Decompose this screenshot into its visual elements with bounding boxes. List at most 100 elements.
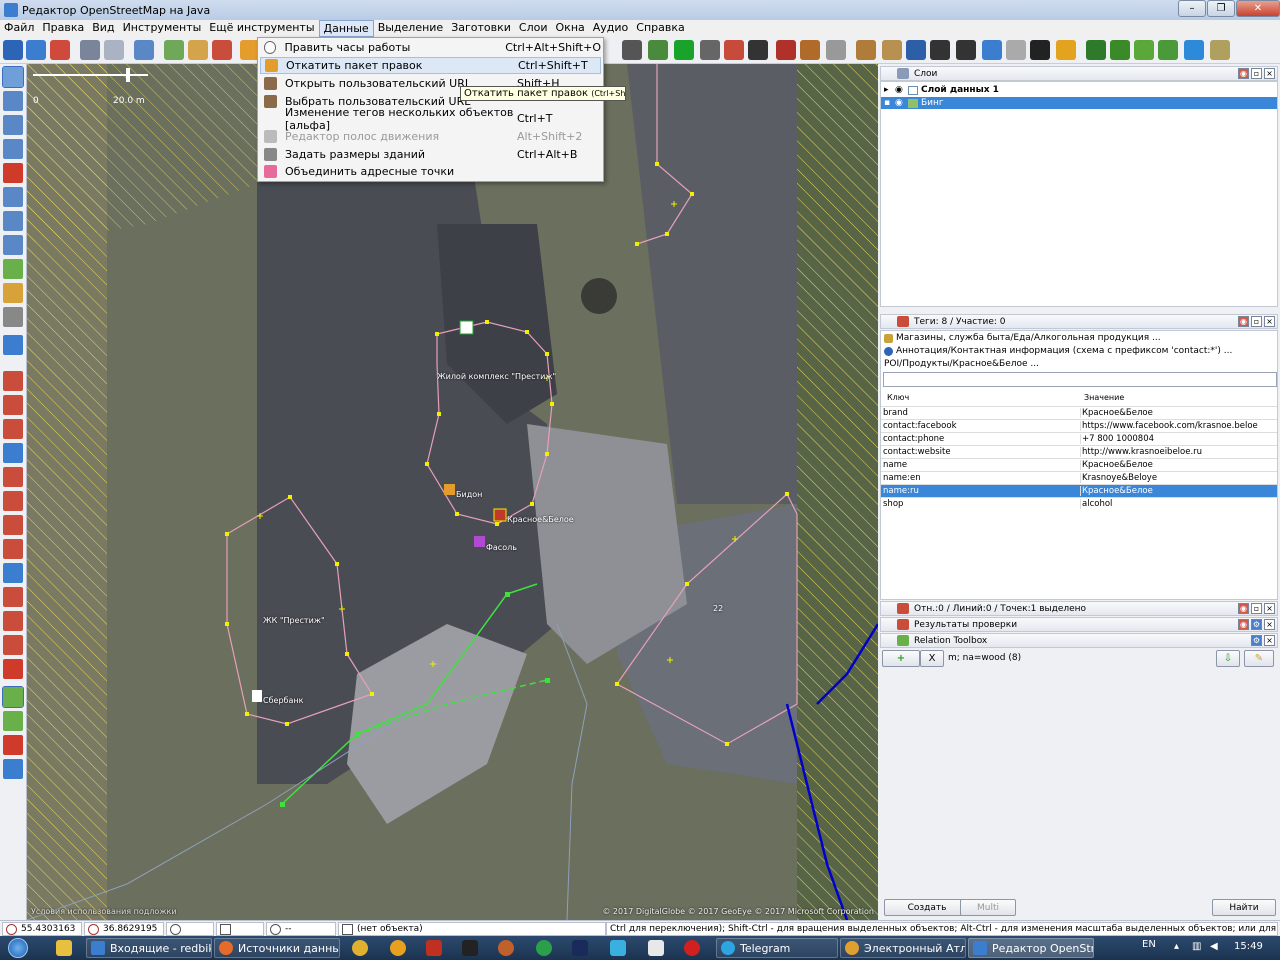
preset-link-contact[interactable]: Аннотация/Контактная информация (схема с…	[884, 346, 1232, 356]
menu-item-multi-tag-edit[interactable]: Изменение тегов нескольких объектов [аль…	[260, 106, 601, 132]
taskbar-telegram[interactable]: Telegram	[716, 938, 838, 958]
draw-nodes-icon[interactable]	[3, 115, 23, 135]
menu-file[interactable]: Файл	[0, 20, 38, 37]
panel-settings-icon[interactable]: ⚙	[1251, 635, 1262, 646]
layer-row-bing[interactable]: ▪ ◉ Бинг	[881, 97, 1277, 109]
visibility-eye-icon[interactable]: ◉	[895, 85, 905, 95]
menu-windows[interactable]: Окна	[552, 20, 589, 37]
dollar-icon[interactable]	[956, 40, 976, 60]
preset-link-alcohol[interactable]: Магазины, служба быта/Еда/Алкогольная пр…	[884, 333, 1161, 343]
word-icon[interactable]	[648, 940, 664, 956]
select-tool-icon[interactable]	[2, 66, 24, 88]
panel-close-icon[interactable]: ×	[1264, 68, 1275, 79]
taskbar-atlas[interactable]: Электронный Атла...	[840, 938, 966, 958]
menu-item-merge-addresses[interactable]: Объединить адресные точки	[260, 163, 601, 180]
bakery-icon[interactable]	[882, 40, 902, 60]
imagery-terms-link[interactable]: Условия использования подложки	[31, 907, 177, 916]
chrome-icon[interactable]	[352, 940, 368, 956]
menu-audio[interactable]: Аудио	[589, 20, 633, 37]
pencil-tool-icon[interactable]	[3, 283, 23, 303]
add-relation-button[interactable]: +	[882, 650, 920, 667]
redo-icon[interactable]	[104, 40, 124, 60]
upload-icon[interactable]	[50, 40, 70, 60]
toggle-authors-icon[interactable]	[3, 611, 23, 631]
edit-relation-icon[interactable]: ✎	[1244, 650, 1274, 667]
tag-row[interactable]: contact:phone +7 800 1000804	[881, 432, 1277, 445]
tag-row[interactable]: contact:facebook https://www.facebook.com…	[881, 419, 1277, 432]
toggle-tools-icon[interactable]	[3, 711, 23, 731]
imagery-icon[interactable]	[188, 40, 208, 60]
parallel-tool-icon[interactable]	[3, 211, 23, 231]
menu-presets[interactable]: Заготовки	[447, 20, 515, 37]
menu-more-tools[interactable]: Ещё инструменты	[205, 20, 318, 37]
preferences-icon[interactable]	[134, 40, 154, 60]
toggle-validator-icon[interactable]	[3, 539, 23, 559]
water-icon[interactable]	[1184, 40, 1204, 60]
toggle-layers-icon[interactable]	[3, 371, 23, 391]
open-file-icon[interactable]	[3, 40, 23, 60]
menu-tools[interactable]: Инструменты	[119, 20, 206, 37]
start-button[interactable]	[0, 936, 36, 960]
visibility-eye-icon[interactable]: ◉	[895, 98, 905, 108]
building-tool-icon[interactable]	[3, 307, 23, 327]
tag-row-selected[interactable]: name:ru Красное&Белое	[881, 484, 1277, 497]
toggle-minimap-icon[interactable]	[3, 635, 23, 655]
panel-detach-icon[interactable]: ▫	[1251, 603, 1262, 614]
layer-row-data[interactable]: ▸ ◉ Слой данных 1	[881, 84, 1277, 96]
tag-row[interactable]: contact:website http://www.krasnoeibeloe.…	[881, 445, 1277, 458]
minimize-button[interactable]: –	[1178, 0, 1206, 17]
zoom-tool-icon[interactable]	[3, 139, 23, 159]
tag-row[interactable]: brand Красное&Белое	[881, 406, 1277, 419]
panel-close-icon[interactable]: ×	[1264, 619, 1275, 630]
balloons-icon[interactable]	[724, 40, 744, 60]
toggle-changesets-icon[interactable]	[3, 563, 23, 583]
map-view[interactable]: 0 20.0 m Жилой комплекс "Престиж" ЖК "Пр…	[27, 64, 878, 920]
selection-panel-header[interactable]: Отн.:0 / Линий:0 / Точек:1 выделено ◉ ▫ …	[880, 601, 1278, 616]
pharmacy-icon[interactable]	[674, 40, 694, 60]
map-marker-icon[interactable]	[3, 659, 23, 679]
person-icon[interactable]	[1030, 40, 1050, 60]
shopping-bag-icon[interactable]	[1056, 40, 1076, 60]
panel-help-icon[interactable]: ◉	[1238, 68, 1249, 79]
clear-relation-button[interactable]: X	[920, 650, 944, 667]
close-button[interactable]: ✕	[1236, 0, 1280, 17]
download-icon[interactable]	[26, 40, 46, 60]
opera-icon[interactable]	[684, 940, 700, 956]
panel-detach-icon[interactable]: ▫	[1251, 68, 1262, 79]
relation-toolbox-icon[interactable]	[2, 686, 24, 708]
lasso-tool-icon[interactable]	[3, 91, 23, 111]
toggle-notes-icon[interactable]	[3, 587, 23, 607]
menu-item-building-size[interactable]: Задать размеры зданий Ctrl+Alt+B	[260, 146, 601, 163]
wheat-icon[interactable]	[1210, 40, 1230, 60]
clothes-icon[interactable]	[906, 40, 926, 60]
paperclip-icon[interactable]	[1006, 40, 1026, 60]
delete-tool-icon[interactable]	[3, 163, 23, 183]
network-icon[interactable]: ▥	[1192, 941, 1201, 952]
house-icon[interactable]	[826, 40, 846, 60]
menu-selection[interactable]: Выделение	[374, 20, 448, 37]
greenshot-icon[interactable]	[536, 940, 552, 956]
tag-row[interactable]: shop alcohol	[881, 497, 1277, 510]
panel-close-icon[interactable]: ×	[1264, 316, 1275, 327]
tag-row[interactable]: name:en Krasnoye&Beloye	[881, 471, 1277, 484]
toggle-filter-icon[interactable]	[3, 491, 23, 511]
improve-way-icon[interactable]	[3, 235, 23, 255]
factory-icon[interactable]	[800, 40, 820, 60]
preset-link-brand[interactable]: POI/Продукты/Красное&Белое ...	[884, 359, 1039, 369]
expand-arrow-icon[interactable]: ▸	[881, 85, 895, 95]
panel-settings-icon[interactable]: ⚙	[1251, 619, 1262, 630]
taskbar-thunderbird[interactable]: Входящие - redbik...	[86, 938, 212, 958]
restaurant-icon[interactable]	[856, 40, 876, 60]
app-icon[interactable]	[498, 940, 514, 956]
speedometer-icon[interactable]	[3, 735, 23, 755]
skype-icon[interactable]	[610, 940, 626, 956]
expand-tools-icon[interactable]	[3, 335, 23, 355]
tag-row[interactable]: name Красное&Белое	[881, 458, 1277, 471]
theatre-icon[interactable]	[622, 40, 642, 60]
taskbar-firefox[interactable]: Источники данных...	[214, 938, 340, 958]
create-button[interactable]: Создать	[884, 899, 970, 916]
no-entry-icon[interactable]	[212, 40, 232, 60]
tags-panel-header[interactable]: Теги: 8 / Участие: 0 ◉ ▫ ×	[880, 314, 1278, 329]
menu-item-revert-changeset[interactable]: Откатить пакет правок Ctrl+Shift+T	[260, 57, 601, 74]
car-icon[interactable]	[700, 40, 720, 60]
